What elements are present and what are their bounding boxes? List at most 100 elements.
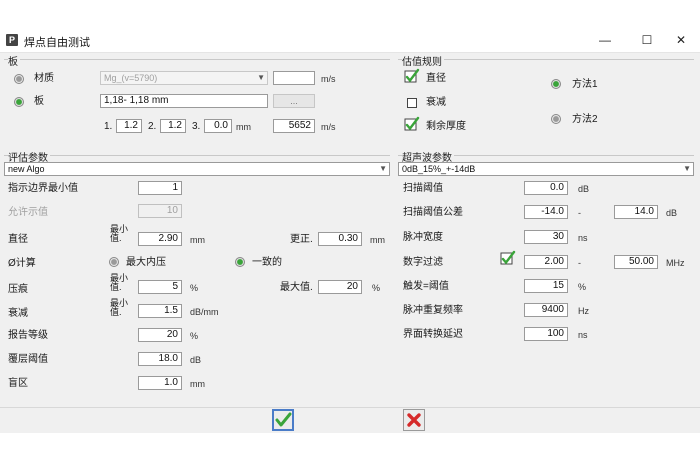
layer1-field[interactable]: 1.2 bbox=[116, 119, 142, 133]
scan-tol-label: 扫描阈值公差 bbox=[403, 207, 463, 218]
browse-button[interactable]: ... bbox=[273, 94, 315, 108]
layer3-field[interactable]: 0.0 bbox=[204, 119, 232, 133]
indent-unit: % bbox=[190, 283, 199, 293]
diameter-min-field[interactable]: 2.90 bbox=[138, 232, 182, 246]
max-indent-radio[interactable] bbox=[109, 257, 119, 267]
cancel-button[interactable] bbox=[403, 409, 425, 431]
indent-label: 压痕 bbox=[8, 284, 28, 295]
filter-high-field[interactable]: 50.00 bbox=[614, 255, 658, 269]
trigger-unit: % bbox=[578, 282, 587, 292]
material-radio[interactable] bbox=[14, 74, 24, 84]
velocity-field[interactable]: 5652 bbox=[273, 119, 315, 133]
digital-filter-label: 数字过滤 bbox=[403, 257, 443, 268]
rule-attenuation-label: 衰减 bbox=[426, 97, 446, 108]
cover-label: 覆层阈值 bbox=[8, 354, 48, 365]
chevron-down-icon: ▼ bbox=[257, 73, 265, 82]
ok-button[interactable] bbox=[272, 409, 294, 431]
scan-threshold-unit: dB bbox=[578, 184, 590, 194]
correction-field[interactable]: 0.30 bbox=[318, 232, 362, 246]
indent-min-field[interactable]: 5 bbox=[138, 280, 182, 294]
prf-unit: Hz bbox=[578, 306, 589, 316]
material-select[interactable]: Mg_(v=5790) ▼ bbox=[100, 71, 268, 85]
button-bar bbox=[0, 407, 700, 433]
scan-tol-low-field[interactable]: -14.0 bbox=[524, 205, 568, 219]
atten-min-field[interactable]: 1.5 bbox=[138, 304, 182, 318]
scan-tol-unit: dB bbox=[666, 208, 678, 218]
min-boundary-label: 指示边界最小值 bbox=[8, 183, 78, 194]
atten-label: 衰减 bbox=[8, 308, 28, 319]
app-icon: P bbox=[6, 34, 18, 46]
material-value: Mg_(v=5790) bbox=[104, 73, 158, 83]
maximize-button[interactable]: ☐ bbox=[630, 29, 664, 51]
indent-max-unit: % bbox=[372, 283, 381, 293]
diameter-check-icon[interactable] bbox=[404, 68, 420, 84]
interface-label: 界面转换延迟 bbox=[403, 329, 463, 340]
diameter-label: 直径 bbox=[8, 234, 28, 245]
interface-field[interactable]: 100 bbox=[524, 327, 568, 341]
rules-group-title: 估值规则 bbox=[402, 53, 444, 68]
dead-field[interactable]: 1.0 bbox=[138, 376, 182, 390]
report-unit: % bbox=[190, 331, 199, 341]
indent-max-label: 最大值. bbox=[280, 282, 313, 293]
filter-unit: MHz bbox=[666, 258, 685, 268]
profile-select[interactable]: 0dB_15%_+-14dB ▼ bbox=[398, 162, 694, 176]
diameter-min-label: 最小值. bbox=[110, 224, 129, 243]
velocity-unit: m/s bbox=[321, 122, 336, 132]
layer3-label: 3. bbox=[192, 121, 201, 132]
min-boundary-field[interactable]: 1 bbox=[138, 181, 182, 195]
chevron-down-icon: ▼ bbox=[379, 164, 387, 173]
thickness-unit: mm bbox=[236, 122, 251, 132]
report-label: 报告等级 bbox=[8, 330, 48, 341]
scan-tol-dash: - bbox=[578, 208, 581, 218]
algo-value: new Algo bbox=[8, 164, 45, 174]
dead-label: 盲区 bbox=[8, 378, 28, 389]
layer1-label: 1. bbox=[104, 121, 113, 132]
prf-label: 脉冲重复频率 bbox=[403, 305, 463, 316]
plate-radio[interactable] bbox=[14, 97, 24, 107]
report-field[interactable]: 20 bbox=[138, 328, 182, 342]
plate-field[interactable]: 1,18- 1,18 mm bbox=[100, 94, 268, 108]
cover-field[interactable]: 18.0 bbox=[138, 352, 182, 366]
close-button[interactable]: ✕ bbox=[664, 29, 698, 51]
x-icon bbox=[407, 413, 421, 427]
atten-unit: dB/mm bbox=[190, 307, 219, 317]
correction-label: 更正. bbox=[290, 234, 313, 245]
algo-select[interactable]: new Algo ▼ bbox=[4, 162, 390, 176]
trigger-field[interactable]: 15 bbox=[524, 279, 568, 293]
max-indent-label: 最大内压 bbox=[126, 257, 166, 268]
scan-threshold-label: 扫描阈值 bbox=[403, 183, 443, 194]
trigger-label: 触发=阈值 bbox=[403, 281, 449, 292]
rule-diameter-label: 直径 bbox=[426, 73, 446, 84]
material-velocity-unit: m/s bbox=[321, 74, 336, 84]
pulse-width-field[interactable]: 30 bbox=[524, 230, 568, 244]
allowed-label: 允许示值 bbox=[8, 207, 48, 218]
pulse-width-label: 脉冲宽度 bbox=[403, 232, 443, 243]
dead-unit: mm bbox=[190, 379, 205, 389]
remaining-thickness-check-icon[interactable] bbox=[404, 116, 420, 132]
layer2-label: 2. bbox=[148, 121, 157, 132]
attenuation-checkbox[interactable] bbox=[407, 98, 417, 108]
material-velocity-field[interactable] bbox=[273, 71, 315, 85]
method2-label: 方法2 bbox=[572, 114, 598, 125]
filter-low-field[interactable]: 2.00 bbox=[524, 255, 568, 269]
scan-tol-high-field[interactable]: 14.0 bbox=[614, 205, 658, 219]
material-label: 材质 bbox=[34, 73, 54, 84]
layer2-field[interactable]: 1.2 bbox=[160, 119, 186, 133]
allowed-field: 10 bbox=[138, 204, 182, 218]
cover-unit: dB bbox=[190, 355, 202, 365]
method2-radio[interactable] bbox=[551, 114, 561, 124]
method1-radio[interactable] bbox=[551, 79, 561, 89]
uniform-radio[interactable] bbox=[235, 257, 245, 267]
profile-value: 0dB_15%_+-14dB bbox=[402, 164, 476, 174]
method1-label: 方法1 bbox=[572, 79, 598, 90]
digital-filter-check-icon[interactable] bbox=[500, 250, 516, 266]
uniform-label: 一致的 bbox=[252, 257, 282, 268]
scan-threshold-field[interactable]: 0.0 bbox=[524, 181, 568, 195]
indent-max-field[interactable]: 20 bbox=[318, 280, 362, 294]
prf-field[interactable]: 9400 bbox=[524, 303, 568, 317]
check-icon bbox=[275, 412, 292, 427]
plate-group-line bbox=[4, 59, 390, 60]
minimize-button[interactable]: — bbox=[588, 29, 622, 51]
eval-group-line bbox=[4, 155, 390, 156]
atten-min-label: 最小值. bbox=[110, 298, 129, 317]
